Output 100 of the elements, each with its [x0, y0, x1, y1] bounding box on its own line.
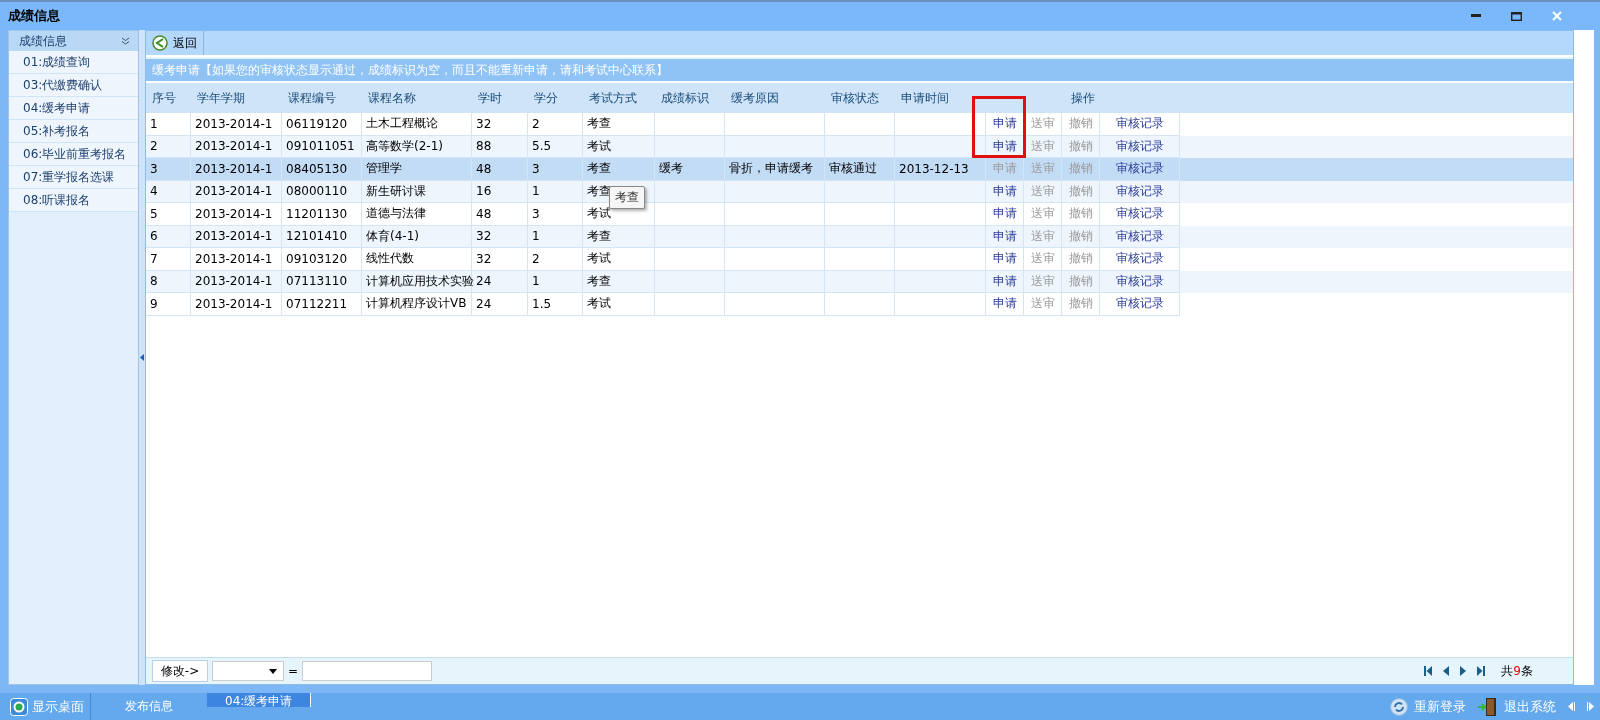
action-link[interactable]: 审核记录 [1115, 272, 1164, 290]
action-link[interactable]: 申请 [992, 115, 1017, 133]
action-link[interactable]: 申请 [992, 182, 1017, 200]
action-link[interactable]: 审核记录 [1115, 250, 1164, 268]
table-cell: 考试 [587, 295, 611, 313]
action-link[interactable]: 申请 [992, 272, 1017, 290]
door-icon [1478, 697, 1498, 716]
table-cell: 计算机应用技术实验 [366, 272, 474, 290]
table-cell: 体育(4-1) [366, 227, 419, 245]
column-header: 申请时间 [900, 89, 950, 107]
table-cell: 12101410 [286, 229, 348, 244]
column-header: 缓考原因 [730, 89, 780, 107]
column-header: 课程名称 [367, 89, 417, 107]
next-page-icon[interactable] [1460, 666, 1467, 676]
table-cell: 2013-2014-1 [195, 139, 273, 154]
table-cell: 1 [532, 184, 540, 199]
first-page-icon[interactable] [1424, 666, 1433, 676]
table-cell: 32 [476, 251, 492, 266]
sidebar-item[interactable]: 04:缓考申请 [9, 97, 138, 120]
table-cell: 091011051 [286, 139, 355, 154]
action-link[interactable]: 审核记录 [1115, 160, 1164, 178]
table-cell: 2013-2014-1 [195, 296, 273, 311]
table-cell: 9 [150, 296, 158, 311]
back-icon [152, 35, 168, 51]
last-page-icon[interactable] [1477, 666, 1486, 676]
table-cell: 07112211 [286, 296, 348, 311]
column-header: 审核状态 [830, 89, 880, 107]
sidebar-item[interactable]: 07:重学报名选课 [9, 166, 138, 189]
value-field[interactable] [302, 661, 433, 681]
sidebar-item[interactable]: 05:补考报名 [9, 120, 138, 143]
table-cell: 3 [532, 206, 540, 221]
sidebar-item[interactable]: 03:代缴费确认 [9, 74, 138, 97]
table-cell: 考查 [587, 160, 611, 178]
table-cell: 07113110 [286, 274, 348, 289]
table-cell: 2013-2014-1 [195, 206, 273, 221]
table-cell: 管理学 [366, 160, 402, 178]
action-link[interactable]: 申请 [992, 250, 1017, 268]
action-link[interactable]: 审核记录 [1115, 295, 1164, 313]
table-cell: 6 [150, 229, 158, 244]
table-cell: 06119120 [286, 116, 348, 131]
minimize-icon[interactable] [1471, 14, 1481, 18]
table-cell: 48 [476, 206, 492, 221]
action-link[interactable]: 审核记录 [1115, 205, 1164, 223]
edit-button[interactable]: 修改-> [152, 660, 208, 682]
action-link[interactable]: 审核记录 [1115, 182, 1164, 200]
table-cell: 道德与法律 [366, 205, 426, 223]
table-cell: 考查 [587, 227, 611, 245]
table-cell: 高等数学(2-1) [366, 137, 443, 155]
table-cell: 新生研讨课 [366, 182, 426, 200]
table-cell: 09103120 [286, 251, 348, 266]
desktop-icon [10, 697, 28, 716]
column-header: 序号 [151, 89, 177, 107]
action-link[interactable]: 审核记录 [1115, 227, 1164, 245]
column-header: 成绩标识 [660, 89, 710, 107]
table-cell: 2 [532, 116, 540, 131]
task-tab[interactable]: 04:缓考申请 [207, 693, 312, 707]
table-cell: 考试 [587, 205, 611, 223]
action-link[interactable]: 申请 [992, 227, 1017, 245]
window-title: 成绩信息 [8, 7, 60, 25]
field-select[interactable] [212, 661, 284, 681]
table-cell: 24 [476, 296, 492, 311]
action-link[interactable]: 申请 [992, 295, 1017, 313]
action-link[interactable]: 申请 [992, 205, 1017, 223]
table-cell: 2013-2014-1 [195, 161, 273, 176]
table-cell: 考查 [587, 272, 611, 290]
action-link[interactable]: 审核记录 [1115, 137, 1164, 155]
table-cell: 考试 [587, 137, 611, 155]
action-link[interactable]: 审核记录 [1115, 115, 1164, 133]
table-cell: 审核通过 [829, 160, 877, 178]
column-header: 学时 [477, 89, 503, 107]
table-cell: 08405130 [286, 161, 348, 176]
table-cell: 2013-12-13 [899, 161, 969, 176]
table-cell: 16 [476, 184, 492, 199]
table-cell: 2 [532, 251, 540, 266]
back-button[interactable]: 返回 [146, 31, 204, 55]
table-cell: 考试 [587, 250, 611, 268]
table-cell: 1 [532, 229, 540, 244]
previous-page-icon[interactable] [1443, 666, 1450, 676]
table-cell: 3 [150, 161, 158, 176]
table-cell: 3 [532, 161, 540, 176]
table-cell: 2 [150, 139, 158, 154]
table-cell: 4 [150, 184, 158, 199]
sidebar-item[interactable]: 06:毕业前重考报名 [9, 143, 138, 166]
action-link[interactable]: 申请 [992, 137, 1017, 155]
table-cell: 32 [476, 229, 492, 244]
sidebar-header[interactable]: 成绩信息 [9, 31, 138, 51]
table-cell: 骨折，申请缓考 [729, 160, 813, 178]
tooltip: 考查 [609, 186, 645, 209]
notice-bar: 缓考申请【如果您的审核状态显示通过，成绩标识为空，而且不能重新申请，请和考试中心联系】 [146, 59, 1573, 81]
chevron-icon [121, 37, 130, 45]
table-cell: 考查 [587, 115, 611, 133]
column-header: 学年学期 [196, 89, 246, 107]
table-cell: 32 [476, 116, 492, 131]
sidebar-item[interactable]: 01:成绩查询 [9, 51, 138, 74]
table-cell: 土木工程概论 [366, 115, 438, 133]
sidebar-item[interactable]: 08:听课报名 [9, 189, 138, 212]
table-cell: 08000110 [286, 184, 348, 199]
maximize-icon[interactable] [1511, 11, 1522, 21]
collapse-arrow-icon[interactable] [140, 354, 144, 361]
table-cell: 2013-2014-1 [195, 251, 273, 266]
